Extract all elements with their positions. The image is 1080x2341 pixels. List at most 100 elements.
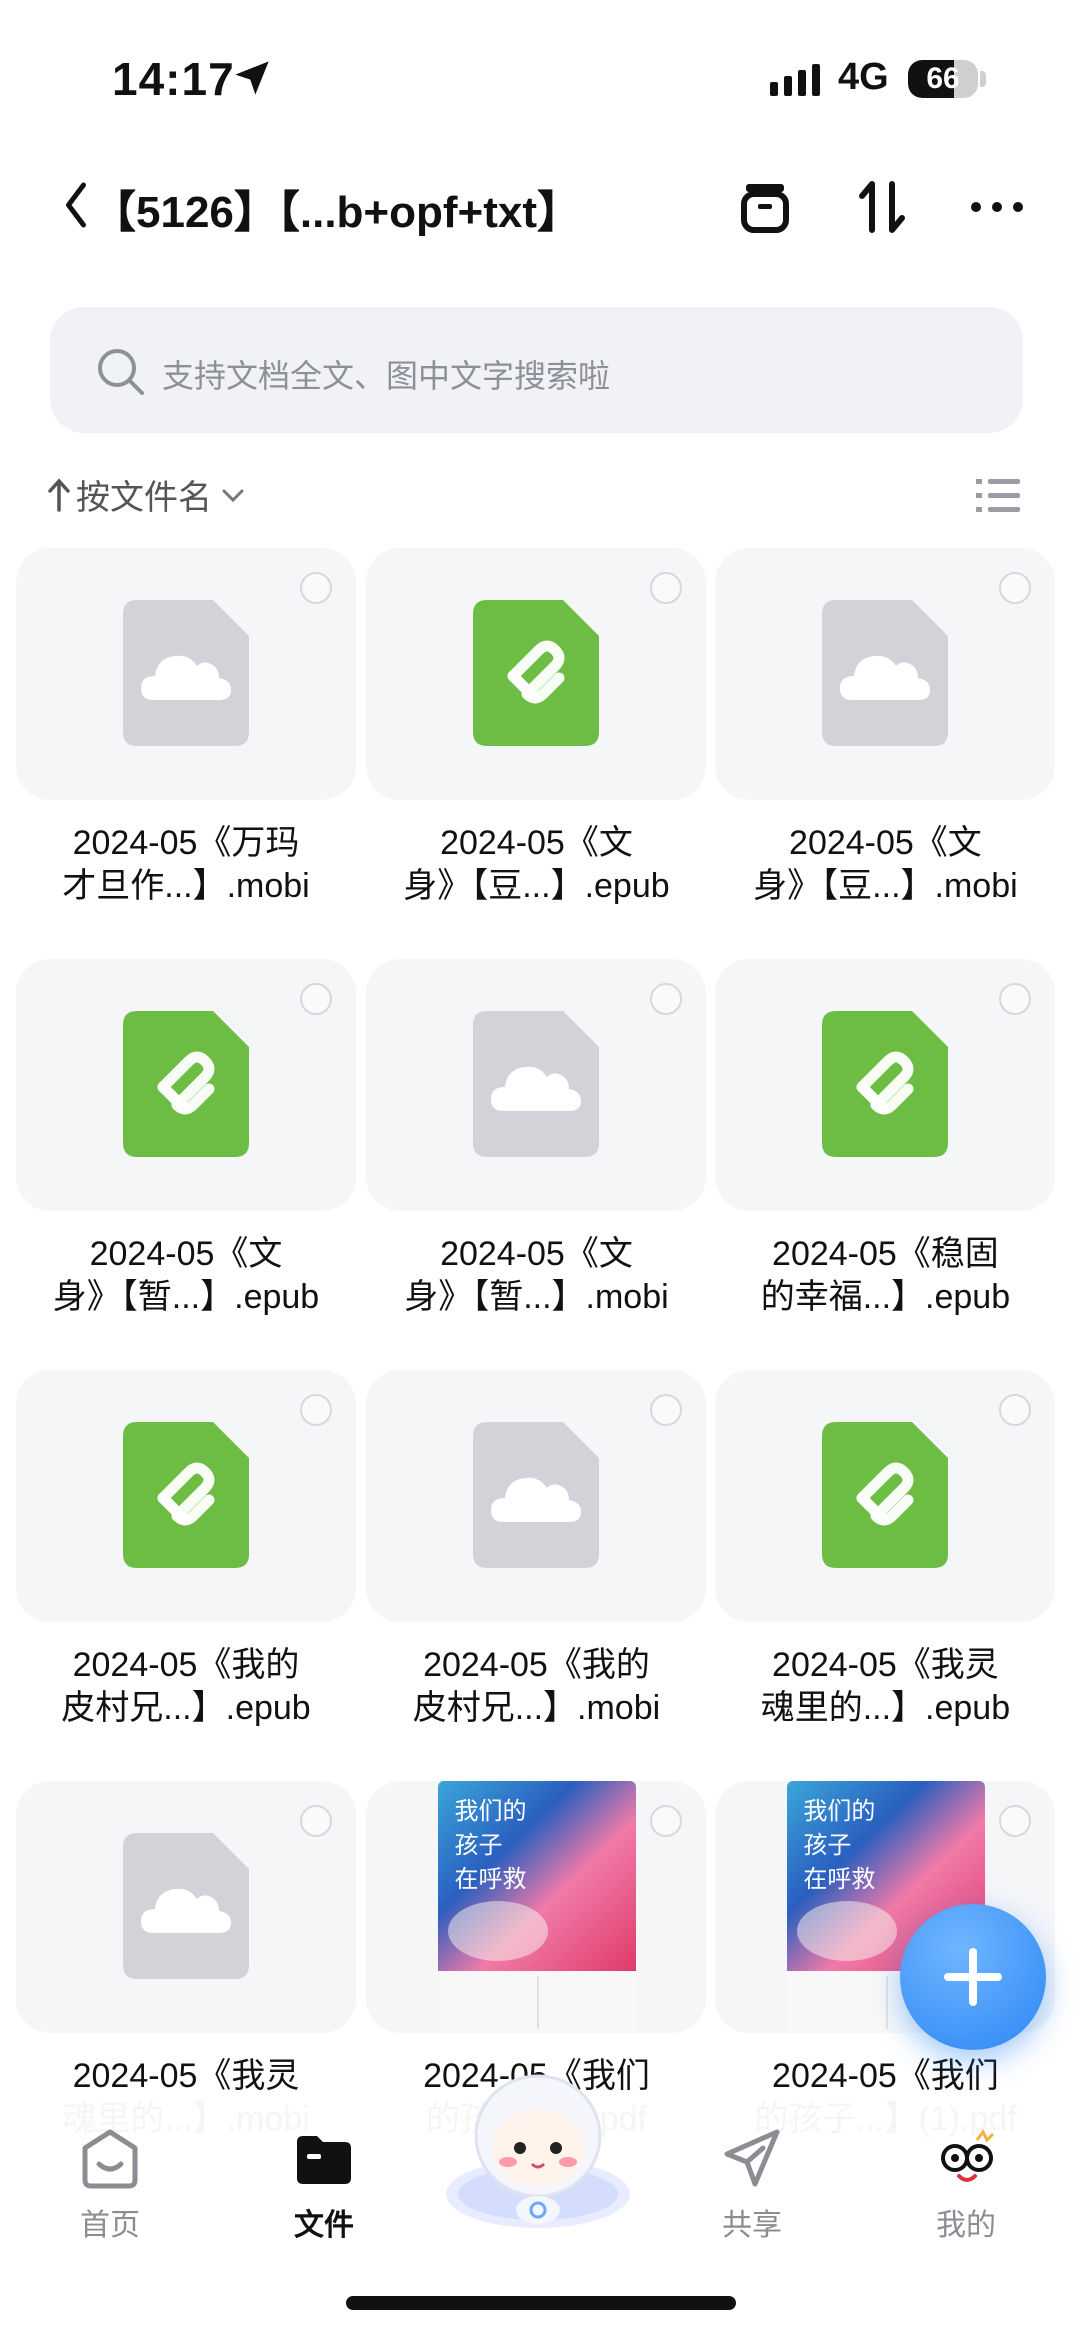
file-tile[interactable] xyxy=(16,1370,356,1622)
cloud-file-icon xyxy=(473,1422,600,1568)
file-name-line: 皮村兄...】.epub xyxy=(61,1689,311,1727)
tab-profile[interactable]: 我的 xyxy=(906,2124,1026,2244)
file-name-line: 身》【豆...】.mobi xyxy=(753,867,1018,905)
search-input[interactable]: 支持文档全文、图中文字搜索啦 xyxy=(50,307,1023,433)
file-name: 2024-05《我的 皮村兄...】.mobi xyxy=(366,1644,706,1730)
select-checkbox[interactable] xyxy=(999,572,1032,604)
plus-icon-vertical xyxy=(969,1948,977,2006)
battery-tip xyxy=(980,71,986,87)
file-tile[interactable] xyxy=(16,548,356,800)
tab-label: 首页 xyxy=(80,2209,140,2242)
select-checkbox[interactable] xyxy=(300,983,332,1015)
tab-share[interactable]: 共享 xyxy=(692,2124,812,2244)
file-name-line: 2024-05《文 xyxy=(789,824,982,862)
file-name-line: 才旦作...】.mobi xyxy=(62,867,310,905)
search-icon xyxy=(98,349,144,395)
cover-title-text: 在呼救 xyxy=(454,1866,527,1893)
list-view-icon[interactable] xyxy=(976,476,1020,516)
file-name: 2024-05《文 身》【豆...】.mobi xyxy=(715,822,1055,908)
file-tile[interactable] xyxy=(715,959,1056,1211)
add-button[interactable] xyxy=(900,1904,1046,2050)
epub-file-icon xyxy=(473,600,600,746)
file-name-line: 2024-05《稳固 xyxy=(772,1235,999,1273)
file-name-line: 2024-05《我灵 xyxy=(72,2057,300,2095)
sort-arrows-icon[interactable] xyxy=(850,174,916,240)
file-name-line: 2024-05《我的 xyxy=(423,1646,650,1684)
file-tile[interactable] xyxy=(16,1781,356,2033)
file-tile[interactable] xyxy=(715,548,1056,800)
file-name-line: 2024-05《文 xyxy=(89,1235,283,1273)
network-type: 4G xyxy=(838,56,889,98)
file-name-line: 身》【豆...】.epub xyxy=(403,867,670,905)
more-icon[interactable] xyxy=(964,174,1030,240)
file-tile[interactable] xyxy=(366,1370,707,1622)
file-name: 2024-05《文 身》【暂...】.epub xyxy=(16,1233,356,1319)
home-indicator xyxy=(346,2296,736,2310)
file-tile[interactable]: 我们的 孩子 在呼救 xyxy=(366,1781,707,2033)
file-name: 2024-05《文 身》【豆...】.epub xyxy=(366,822,706,908)
status-bar: 14:17 4G 66 xyxy=(0,0,1080,150)
file-name: 2024-05《我灵 魂里的...】.epub xyxy=(715,1644,1055,1730)
folder-icon xyxy=(297,2136,351,2184)
tab-label: 我的 xyxy=(936,2209,996,2242)
cover-title-text: 孩子 xyxy=(454,1832,503,1859)
mascot-assistant-button[interactable] xyxy=(438,2064,638,2234)
sort-selector[interactable]: 按文件名 xyxy=(48,470,248,519)
cover-title-text: 在呼救 xyxy=(803,1866,876,1893)
tab-home[interactable]: 首页 xyxy=(50,2124,170,2244)
file-name: 2024-05《稳固 的幸福...】.epub xyxy=(715,1233,1055,1319)
file-name-line: 2024-05《文 xyxy=(440,1235,633,1273)
tab-label: 共享 xyxy=(722,2209,782,2242)
epub-file-icon xyxy=(123,1011,249,1157)
cloud-file-icon xyxy=(123,600,249,746)
search-placeholder: 支持文档全文、图中文字搜索啦 xyxy=(162,358,611,394)
cloud-file-icon xyxy=(473,1011,600,1157)
select-checkbox[interactable] xyxy=(300,1394,332,1426)
file-name-line: 2024-05《文 xyxy=(440,824,633,862)
sort-label: 按文件名 xyxy=(76,479,212,517)
select-checkbox[interactable] xyxy=(999,983,1032,1015)
file-name-line: 魂里的...】.epub xyxy=(760,1689,1011,1727)
select-checkbox[interactable] xyxy=(650,572,683,604)
file-name: 2024-05《文 身》【暂...】.mobi xyxy=(366,1233,706,1319)
file-name-line: 的幸福...】.epub xyxy=(760,1278,1011,1316)
select-checkbox[interactable] xyxy=(650,1394,683,1426)
select-checkbox[interactable] xyxy=(999,1805,1032,1837)
signal-icon xyxy=(770,64,820,96)
cover-title-text: 孩子 xyxy=(803,1832,852,1859)
file-tile[interactable] xyxy=(715,1370,1056,1622)
file-tile[interactable] xyxy=(366,959,707,1211)
epub-file-icon xyxy=(822,1011,949,1157)
select-checkbox[interactable] xyxy=(650,1805,683,1837)
profile-icon xyxy=(941,2129,995,2182)
select-checkbox[interactable] xyxy=(300,572,332,604)
battery-indicator: 66 xyxy=(908,60,978,98)
cover-title-text: 我们的 xyxy=(803,1798,876,1825)
file-name-line: 2024-05《我们 xyxy=(772,2057,999,2095)
chevron-left-icon[interactable] xyxy=(56,180,96,230)
folder-title: 【5126】【...b+opf+txt】 xyxy=(92,188,582,237)
arrow-up-icon xyxy=(48,477,70,512)
file-name-line: 2024-05《万玛 xyxy=(72,824,300,862)
home-icon xyxy=(82,2129,138,2189)
file-name: 2024-05《我的 皮村兄...】.epub xyxy=(16,1644,356,1730)
header: 【5126】【...b+opf+txt】 xyxy=(0,160,1080,250)
location-arrow-icon xyxy=(235,61,269,95)
file-tile[interactable] xyxy=(16,959,356,1211)
file-name: 2024-05《万玛 才旦作...】.mobi xyxy=(16,822,356,908)
select-checkbox[interactable] xyxy=(650,983,683,1015)
file-tile[interactable] xyxy=(366,548,707,800)
tab-files[interactable]: 文件 xyxy=(264,2124,384,2244)
select-checkbox[interactable] xyxy=(999,1394,1032,1426)
cloud-file-icon xyxy=(822,600,949,746)
select-checkbox[interactable] xyxy=(300,1805,332,1837)
chevron-down-icon xyxy=(222,489,244,502)
epub-file-icon xyxy=(822,1422,949,1568)
tab-label: 文件 xyxy=(294,2209,354,2242)
archive-icon[interactable] xyxy=(732,174,798,240)
file-name-line: 身》【暂...】.epub xyxy=(52,1278,320,1316)
file-name-line: 2024-05《我的 xyxy=(72,1646,300,1684)
battery-level: 66 xyxy=(926,62,960,95)
pdf-cover-thumbnail: 我们的 孩子 在呼救 xyxy=(438,1781,637,2033)
cloud-file-icon xyxy=(123,1833,249,1979)
